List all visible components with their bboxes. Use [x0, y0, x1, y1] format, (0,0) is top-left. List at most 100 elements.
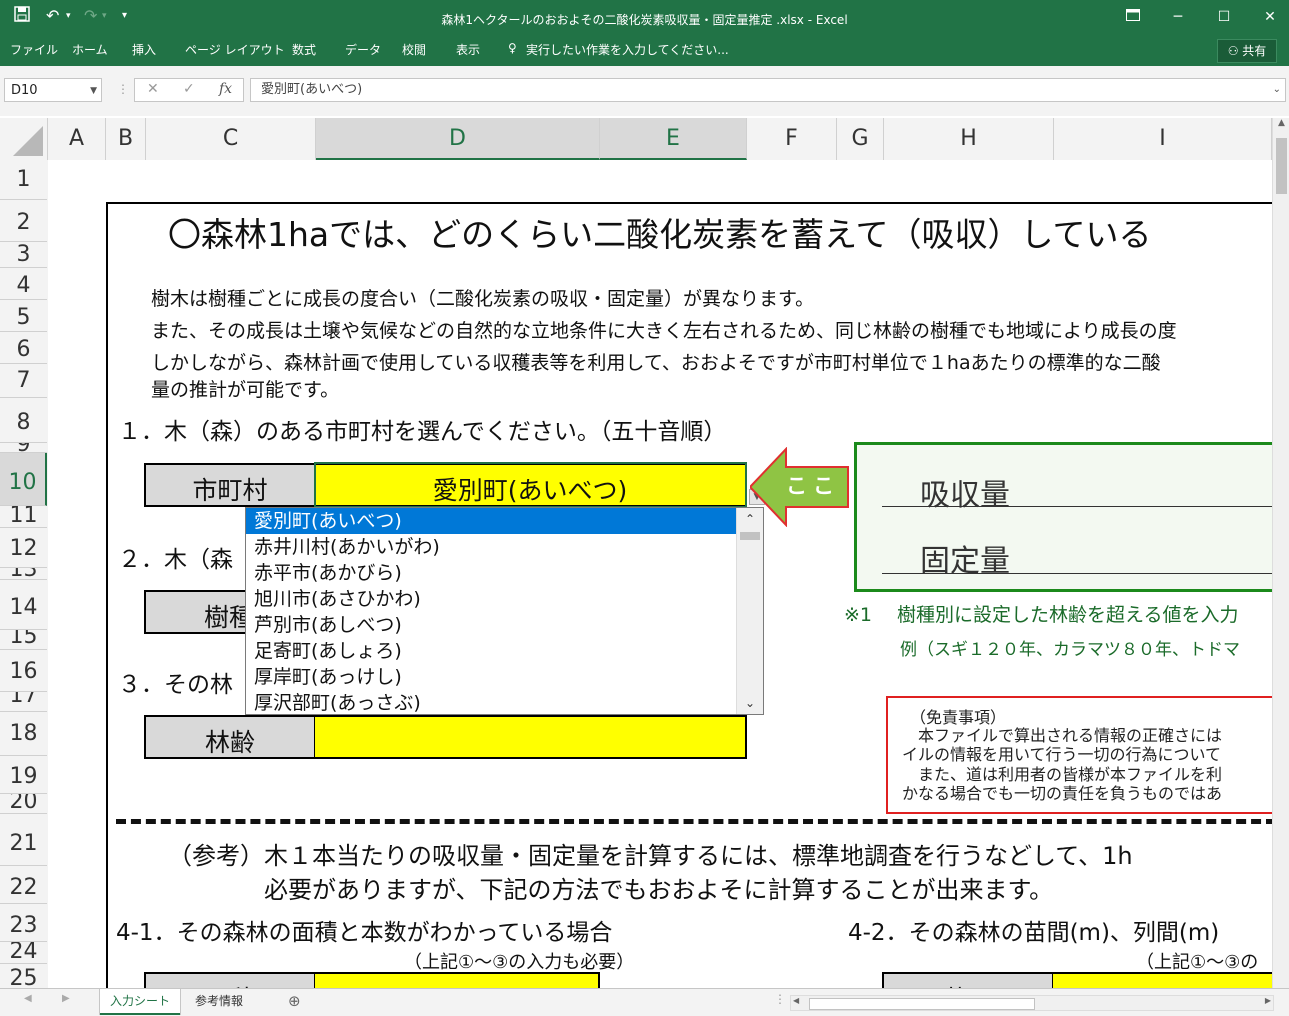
tell-me-box[interactable]: 実行したい作業を入力してください...: [526, 41, 729, 58]
reference-line-1: （参考）木１本当たりの吸収量・固定量を計算するには、標準地調査を行うなどして、1…: [168, 842, 1133, 870]
row-header-14[interactable]: 14: [0, 580, 47, 630]
dropdown-item[interactable]: 愛別町(あいべつ): [246, 508, 736, 534]
scroll-down-icon[interactable]: ⌄: [737, 692, 763, 714]
row-header-10[interactable]: 10: [0, 453, 47, 506]
row-header-24[interactable]: 24: [0, 942, 47, 964]
step42-heading: 4-2．その森林の苗間(m)、列間(m): [848, 920, 1220, 946]
sheet-tab-bar: ◀ ▶ 入力シート 参考情報 ⊕ ⋮ ◀ ▶: [0, 988, 1289, 1016]
intro-line-3: しかしながら、森林計画で使用している収穫表等を利用して、おおよそですが市町村単位…: [151, 352, 1161, 374]
row-header-20[interactable]: 20: [0, 794, 47, 814]
age-input-cell[interactable]: [314, 715, 747, 759]
row-header-11[interactable]: 11: [0, 506, 47, 528]
formula-content: 愛別町(あいべつ): [261, 82, 363, 97]
scroll-right-arrow-icon[interactable]: ▶: [1265, 996, 1271, 1005]
name-box-value: D10: [11, 83, 38, 98]
area-label-cell: 面積: [144, 972, 316, 988]
row-header-2[interactable]: 2: [0, 200, 47, 242]
row-header-21[interactable]: 21: [0, 814, 47, 866]
formula-input[interactable]: 愛別町(あいべつ) ⌄: [250, 78, 1286, 102]
tab-insert[interactable]: 挿入: [132, 41, 156, 58]
row-header-6[interactable]: 6: [0, 332, 47, 364]
column-header-f[interactable]: F: [747, 118, 837, 160]
row-header-1[interactable]: 1: [0, 160, 47, 200]
row-header-3[interactable]: 3: [0, 242, 47, 268]
enter-check-icon[interactable]: ✓: [183, 81, 195, 97]
sheet-tab-input[interactable]: 入力シート: [100, 989, 180, 1015]
row-header-13[interactable]: 13: [0, 568, 47, 580]
tab-scroll-right-icon[interactable]: ▶: [62, 993, 70, 1004]
area-input-cell[interactable]: [314, 972, 600, 988]
dropdown-item[interactable]: 厚沢部町(あっさぶ): [246, 690, 736, 716]
row-header-4[interactable]: 4: [0, 268, 47, 300]
row-header-18[interactable]: 18: [0, 712, 47, 756]
column-header-a[interactable]: A: [48, 118, 106, 160]
tab-view[interactable]: 表示: [456, 41, 480, 58]
column-header-d[interactable]: D: [316, 118, 600, 160]
note-2: 例（スギ１２０年、カラマツ８０年、トドマ: [900, 640, 1240, 660]
horizontal-scroll-thumb[interactable]: [809, 998, 1035, 1010]
row-header-19[interactable]: 19: [0, 756, 47, 794]
add-sheet-icon[interactable]: ⊕: [288, 992, 301, 1010]
tab-page-layout[interactable]: ページ レイアウト: [185, 41, 285, 58]
tab-review[interactable]: 校閲: [402, 41, 426, 58]
row-header-23[interactable]: 23: [0, 904, 47, 942]
column-header-i[interactable]: I: [1054, 118, 1272, 160]
row-header-9[interactable]: 9: [0, 443, 47, 453]
municipality-dropdown-list[interactable]: 愛別町(あいべつ) 赤井川村(あかいがわ) 赤平市(あかびら) 旭川市(あさひか…: [245, 507, 764, 715]
reference-line-2: 必要がありますが、下記の方法でもおおよそに計算することが出来ます。: [264, 876, 1054, 904]
column-header-g[interactable]: G: [837, 118, 884, 160]
column-header-c[interactable]: C: [146, 118, 316, 160]
dropdown-item[interactable]: 赤井川村(あかいがわ): [246, 534, 736, 560]
tab-data[interactable]: データ: [345, 41, 381, 58]
vertical-scroll-thumb[interactable]: [1276, 138, 1287, 194]
area-label: 面積: [146, 980, 314, 988]
scroll-thumb[interactable]: [740, 532, 760, 540]
row-header-7[interactable]: 7: [0, 364, 47, 398]
ribbon-display-icon[interactable]: [1118, 6, 1148, 28]
tab-home[interactable]: ホーム: [72, 41, 108, 58]
step41-subtext: （上記①～③の入力も必要）: [404, 952, 635, 973]
dropdown-scrollbar[interactable]: ⌃ ⌄: [736, 508, 763, 714]
row-header-12[interactable]: 12: [0, 528, 47, 568]
minimize-icon[interactable]: ─: [1163, 6, 1193, 28]
dropdown-item[interactable]: 赤平市(あかびら): [246, 560, 736, 586]
row-header-22[interactable]: 22: [0, 866, 47, 904]
row-header-15[interactable]: 15: [0, 630, 47, 650]
dropdown-item[interactable]: 厚岸町(あっけし): [246, 664, 736, 690]
tab-file[interactable]: ファイル: [10, 41, 58, 58]
spacing-input-cell[interactable]: [1052, 972, 1272, 988]
dropdown-item[interactable]: 足寄町(あしょろ): [246, 638, 736, 664]
row-header-17[interactable]: 17: [0, 692, 47, 712]
name-box[interactable]: D10 ▼: [4, 78, 102, 102]
share-button[interactable]: ⚇ 共有: [1217, 39, 1277, 63]
insert-function-icon[interactable]: fx: [219, 81, 232, 97]
row-header-16[interactable]: 16: [0, 650, 47, 692]
dropdown-item[interactable]: 旭川市(あさひかわ): [246, 586, 736, 612]
scroll-up-arrow-icon[interactable]: ▲: [1273, 118, 1289, 134]
tab-formulas[interactable]: 数式: [292, 41, 316, 58]
column-header-h[interactable]: H: [884, 118, 1054, 160]
worksheet[interactable]: 〇森林1haでは、どのくらい二酸化炭素を蓄えて（吸収）している 樹木は樹種ごとに…: [48, 160, 1272, 988]
disclaimer-line-4: かなる場合でも一切の責任を負うものではあ: [902, 784, 1223, 803]
scroll-up-icon[interactable]: ⌃: [737, 508, 763, 530]
horizontal-scrollbar[interactable]: ◀ ▶: [790, 995, 1274, 1011]
row-header-25[interactable]: 25: [0, 964, 47, 988]
cancel-icon[interactable]: ✕: [147, 81, 159, 97]
dropdown-item[interactable]: 芦別市(あしべつ): [246, 612, 736, 638]
step2-heading: ２．木（森: [118, 547, 233, 573]
vertical-scrollbar[interactable]: ▲: [1272, 118, 1289, 988]
tab-scroll-left-icon[interactable]: ◀: [24, 993, 32, 1004]
close-icon[interactable]: ✕: [1255, 6, 1285, 28]
row-header-5[interactable]: 5: [0, 300, 47, 332]
row-header-8[interactable]: 8: [0, 398, 47, 443]
chevron-down-icon[interactable]: ▼: [90, 79, 97, 103]
fixation-underline: [882, 573, 1272, 574]
column-header-e[interactable]: E: [600, 118, 747, 160]
maximize-icon[interactable]: ☐: [1209, 6, 1239, 28]
column-header-b[interactable]: B: [106, 118, 146, 160]
scroll-left-arrow-icon[interactable]: ◀: [793, 996, 799, 1005]
select-all-corner[interactable]: [0, 118, 48, 160]
row-headers: 1 2 3 4 5 6 7 8 9 10 11 12 13 14 15 16 1…: [0, 160, 49, 988]
expand-formula-icon[interactable]: ⌄: [1273, 79, 1281, 101]
sheet-tab-reference[interactable]: 参考情報: [182, 989, 256, 1013]
